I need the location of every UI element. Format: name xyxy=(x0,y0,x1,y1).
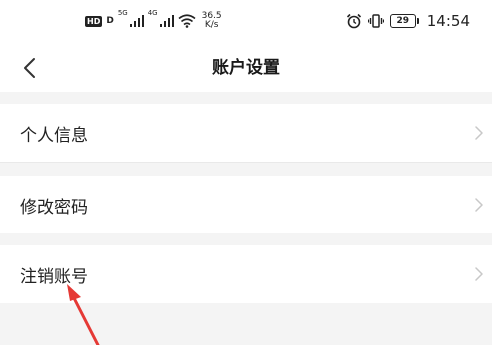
battery-cap xyxy=(416,18,419,24)
settings-item-change-password[interactable]: 修改密码 xyxy=(0,176,492,233)
status-bar-left: HD D 5G 4G 36.5 K/s xyxy=(85,8,222,34)
sim-badge: D xyxy=(106,15,114,26)
settings-item-label: 个人信息 xyxy=(20,126,88,146)
network-speed: 36.5 K/s xyxy=(202,12,222,30)
account-settings-screen: HD D 5G 4G 36.5 K/s 29 14:54 账户设置 个人信息 修… xyxy=(0,0,492,345)
network-label-1: 5G xyxy=(117,9,128,17)
vibrate-icon xyxy=(367,14,384,28)
alarm-icon xyxy=(346,13,361,29)
settings-item-label: 修改密码 xyxy=(20,198,88,218)
back-button[interactable] xyxy=(12,51,46,85)
network-label-2: 4G xyxy=(147,9,158,17)
page-title: 账户设置 xyxy=(212,58,280,78)
speed-unit: K/s xyxy=(204,20,219,30)
status-bar: HD D 5G 4G 36.5 K/s 29 14:54 xyxy=(0,0,492,44)
chevron-right-icon xyxy=(475,197,483,212)
settings-item-label: 注销账号 xyxy=(20,267,88,287)
wifi-icon xyxy=(178,14,196,28)
chevron-right-icon xyxy=(475,267,483,281)
settings-item-personal-info[interactable]: 个人信息 xyxy=(0,104,492,162)
clock: 14:54 xyxy=(426,12,470,30)
hd-badge: HD xyxy=(85,15,103,27)
battery-icon: 29 xyxy=(389,14,416,28)
settings-item-delete-account[interactable]: 注销账号 xyxy=(0,245,492,303)
signal-icon xyxy=(129,15,144,27)
chevron-left-icon xyxy=(24,58,35,78)
battery-level: 29 xyxy=(396,16,410,26)
nav-bar: 账户设置 xyxy=(0,44,492,92)
signal-icon-2 xyxy=(159,15,174,27)
chevron-right-icon xyxy=(475,126,483,140)
status-bar-right: 29 14:54 xyxy=(346,8,470,34)
row-divider xyxy=(0,162,492,163)
